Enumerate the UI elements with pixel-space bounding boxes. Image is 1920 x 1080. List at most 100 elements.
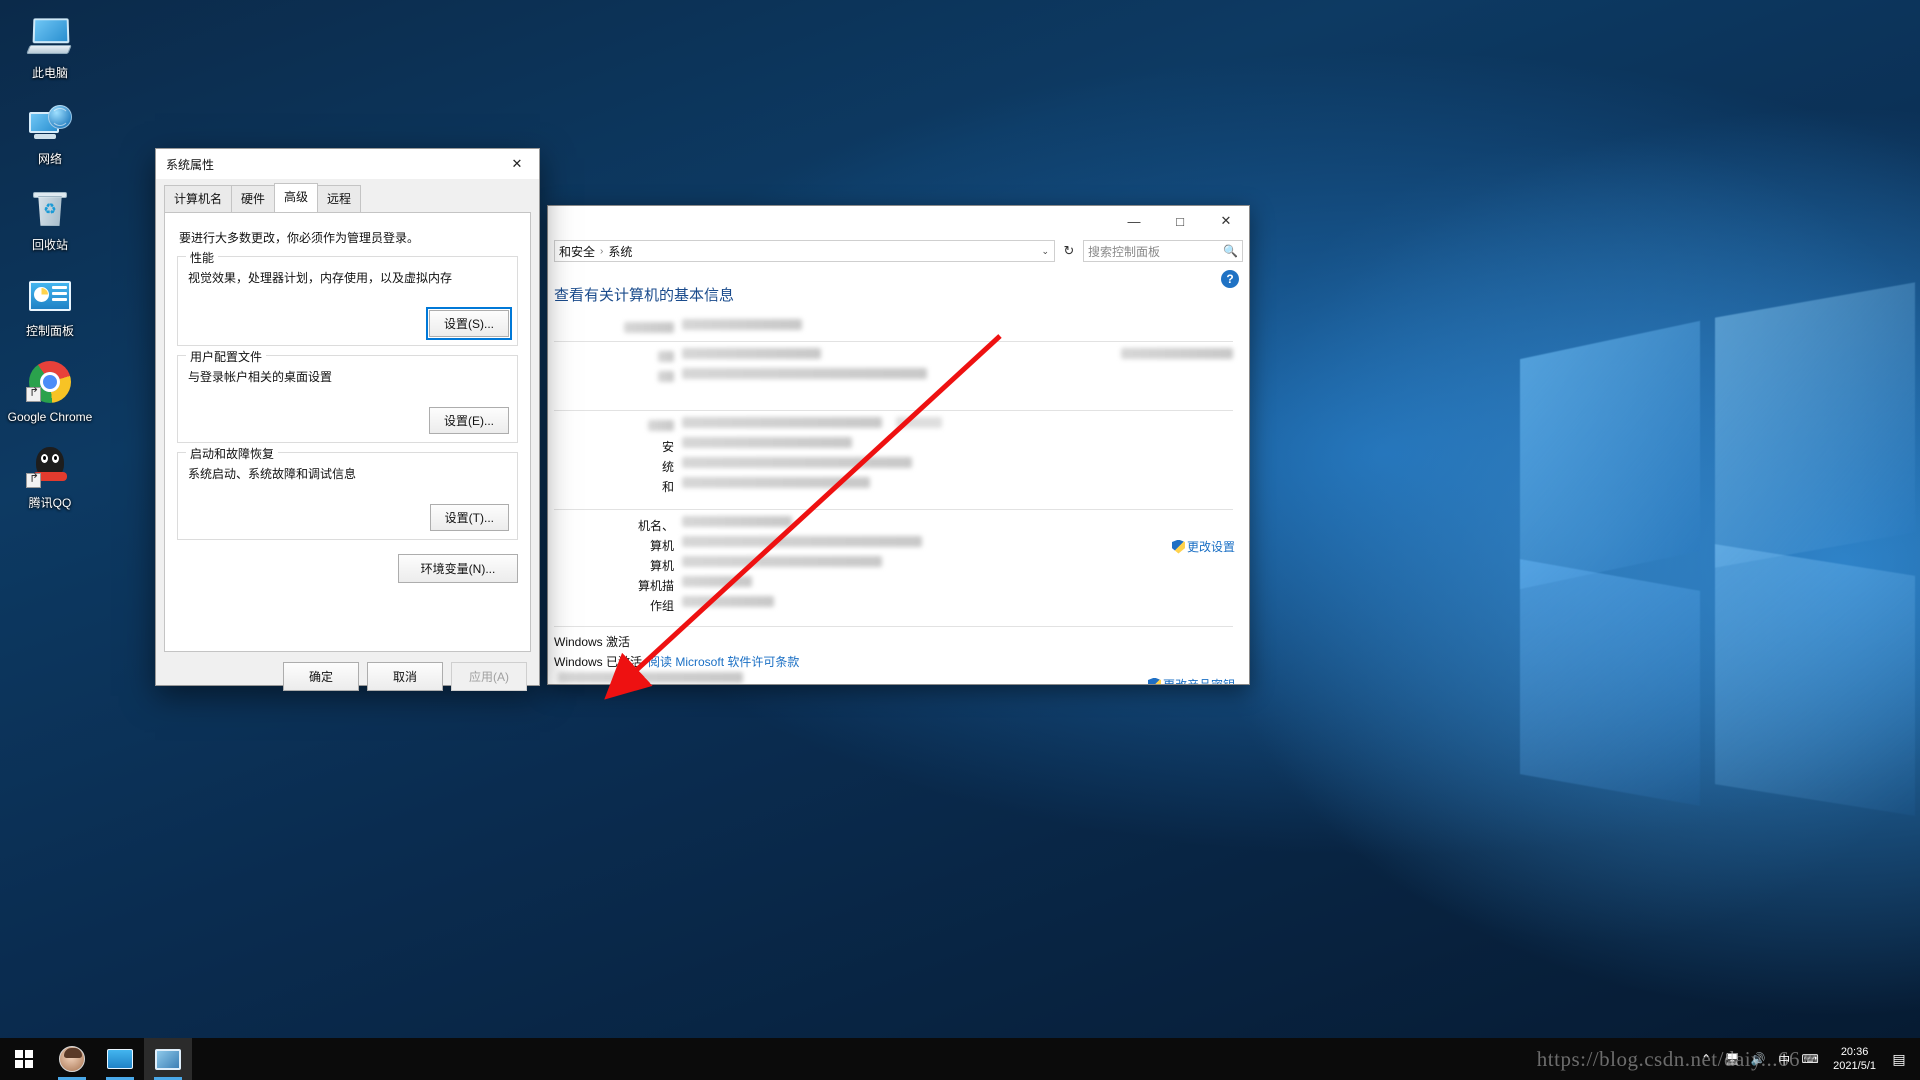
startup-recovery-settings-button[interactable]: 设置(T)... bbox=[429, 504, 509, 531]
breadcrumb-separator-icon: › bbox=[600, 245, 604, 257]
label-zuzu: 作组 bbox=[649, 599, 674, 613]
control-panel-body: ? 查看有关计算机的基本信息 安 统 和 更改设置 机名、 算机 算机 算机描 … bbox=[548, 266, 1249, 684]
breadcrumb-current[interactable]: 系统 bbox=[608, 243, 632, 260]
system-tray: ⌃ 🖥 🔊 中 ⌨ 20:36 2021/5/1 ▤ bbox=[1693, 1038, 1920, 1080]
cancel-button[interactable]: 取消 bbox=[367, 662, 443, 691]
tab-remote[interactable]: 远程 bbox=[317, 185, 362, 212]
recycle-bin-icon: ♻ bbox=[26, 186, 74, 234]
ok-button[interactable]: 确定 bbox=[283, 662, 359, 691]
advanced-tab-panel: 要进行大多数更改，你必须作为管理员登录。 性能 视觉效果，处理器计划，内存使用，… bbox=[164, 212, 531, 652]
label-suanji-2: 算机 bbox=[649, 559, 674, 573]
minimize-button[interactable]: — bbox=[1111, 206, 1157, 236]
change-product-key-link[interactable]: 更改产品密钥 bbox=[1147, 676, 1235, 684]
dialog-footer: 确定 取消 应用(A) bbox=[156, 652, 539, 691]
chrome-icon bbox=[26, 358, 74, 406]
wallpaper-glow bbox=[1180, 120, 1920, 960]
search-input[interactable]: 搜索控制面板 🔍 bbox=[1083, 240, 1243, 262]
this-pc-icon bbox=[26, 14, 74, 62]
desktop[interactable]: 此电脑 网络 ♻ 回收站 控制面板 Google Chrome 腾讯QQ — □… bbox=[0, 0, 1920, 1080]
taskbar[interactable]: ⌃ 🖥 🔊 中 ⌨ 20:36 2021/5/1 ▤ bbox=[0, 1038, 1920, 1080]
shortcut-arrow-icon bbox=[26, 473, 41, 488]
label-tong: 统 bbox=[661, 460, 674, 474]
tab-computer-name[interactable]: 计算机名 bbox=[164, 185, 233, 212]
ime-icon[interactable]: 中 bbox=[1771, 1038, 1797, 1080]
startup-recovery-legend: 启动和故障恢复 bbox=[186, 445, 279, 462]
taskbar-item-system-properties[interactable] bbox=[144, 1038, 192, 1080]
shield-icon bbox=[1171, 539, 1185, 554]
performance-settings-button[interactable]: 设置(S)... bbox=[426, 307, 512, 340]
performance-description: 视觉效果，处理器计划，内存使用，以及虚拟内存 bbox=[188, 271, 453, 285]
wallpaper-panel-2 bbox=[1520, 559, 1700, 806]
tab-advanced[interactable]: 高级 bbox=[274, 183, 319, 212]
taskbar-item-cortana[interactable] bbox=[48, 1038, 96, 1080]
desktop-icon-this-pc[interactable]: 此电脑 bbox=[0, 8, 100, 84]
desktop-icon-label: 腾讯QQ bbox=[28, 496, 72, 510]
system-properties-icon bbox=[155, 1048, 181, 1070]
maximize-button[interactable]: □ bbox=[1157, 206, 1203, 236]
divider bbox=[554, 626, 1233, 627]
desktop-icon-label: 此电脑 bbox=[31, 66, 68, 80]
clock-time: 20:36 bbox=[1840, 1046, 1869, 1058]
activation-section-title: Windows 激活 bbox=[554, 635, 631, 649]
environment-variables-button[interactable]: 环境变量(N)... bbox=[398, 554, 518, 583]
desktop-icon-tencent-qq[interactable]: 腾讯QQ bbox=[0, 438, 100, 514]
chevron-down-icon[interactable]: ⌄ bbox=[1041, 246, 1049, 257]
search-placeholder: 搜索控制面板 bbox=[1088, 244, 1161, 259]
environment-variables-row: 环境变量(N)... bbox=[177, 554, 518, 583]
desktop-icon-label: 控制面板 bbox=[25, 324, 74, 338]
network-icon bbox=[26, 100, 74, 148]
user-profiles-group: 用户配置文件 与登录帐户相关的桌面设置 设置(E)... bbox=[177, 348, 518, 443]
system-info-pane: ? 查看有关计算机的基本信息 安 统 和 更改设置 机名、 算机 算机 算机描 … bbox=[554, 266, 1249, 684]
control-panel-titlebar[interactable]: — □ ✕ bbox=[548, 206, 1249, 236]
close-button[interactable]: ✕ bbox=[1203, 206, 1249, 236]
network-icon[interactable]: 🖥 bbox=[1719, 1038, 1745, 1080]
tab-hardware[interactable]: 硬件 bbox=[231, 185, 276, 212]
user-profiles-description: 与登录帐户相关的桌面设置 bbox=[188, 370, 333, 384]
dialog-close-button[interactable]: ✕ bbox=[495, 149, 539, 179]
tray-expand-icon[interactable]: ⌃ bbox=[1693, 1038, 1719, 1080]
dialog-title: 系统属性 bbox=[166, 157, 215, 172]
clock-date: 2021/5/1 bbox=[1833, 1060, 1876, 1072]
change-settings-label: 更改设置 bbox=[1186, 540, 1235, 554]
page-title: 查看有关计算机的基本信息 bbox=[554, 287, 735, 304]
user-profiles-settings-button[interactable]: 设置(E)... bbox=[429, 407, 509, 434]
control-panel-icon bbox=[26, 272, 74, 320]
startup-recovery-description: 系统启动、系统故障和调试信息 bbox=[188, 467, 357, 481]
taskbar-item-control-panel[interactable] bbox=[96, 1038, 144, 1080]
system-properties-dialog[interactable]: 系统属性 ✕ 计算机名 硬件 高级 远程 要进行大多数更改，你必须作为管理员登录… bbox=[155, 148, 540, 691]
computer-name-section: 机名、 算机 算机 算机描 作组 bbox=[554, 516, 1233, 616]
license-terms-link[interactable]: 阅读 Microsoft 软件许可条款 bbox=[648, 652, 799, 672]
system-section: 安 统 和 bbox=[554, 417, 1233, 497]
performance-legend: 性能 bbox=[186, 249, 219, 266]
ime-keyboard-icon[interactable]: ⌨ bbox=[1797, 1038, 1823, 1080]
volume-icon[interactable]: 🔊 bbox=[1745, 1038, 1771, 1080]
breadcrumb-parent[interactable]: 和安全 bbox=[559, 243, 595, 260]
control-panel-window[interactable]: — □ ✕ 和安全 › 系统 ⌄ ↻ 搜索控制面板 🔍 ? 查看有关计算机的基本… bbox=[547, 205, 1250, 685]
start-button[interactable] bbox=[0, 1038, 48, 1080]
label-an: 安 bbox=[661, 440, 674, 454]
desktop-icon-label: Google Chrome bbox=[7, 410, 93, 424]
desktop-icon-network[interactable]: 网络 bbox=[0, 94, 100, 170]
help-button[interactable]: ? bbox=[1221, 270, 1239, 288]
dialog-titlebar[interactable]: 系统属性 ✕ bbox=[156, 149, 539, 179]
admin-notice: 要进行大多数更改，你必须作为管理员登录。 bbox=[179, 231, 420, 245]
performance-group: 性能 视觉效果，处理器计划，内存使用，以及虚拟内存 设置(S)... bbox=[177, 249, 518, 346]
startup-recovery-group: 启动和故障恢复 系统启动、系统故障和调试信息 设置(T)... bbox=[177, 445, 518, 540]
control-panel-icon bbox=[107, 1049, 133, 1069]
notification-center-icon[interactable]: ▤ bbox=[1886, 1038, 1912, 1080]
shortcut-arrow-icon bbox=[26, 387, 41, 402]
desktop-icon-control-panel[interactable]: 控制面板 bbox=[0, 266, 100, 342]
avatar bbox=[59, 1046, 85, 1072]
breadcrumb[interactable]: 和安全 › 系统 ⌄ bbox=[554, 240, 1055, 262]
search-icon: 🔍 bbox=[1223, 244, 1238, 258]
change-settings-link[interactable]: 更改设置 bbox=[1171, 538, 1235, 555]
desktop-icon-google-chrome[interactable]: Google Chrome bbox=[0, 352, 100, 428]
desktop-icon-recycle-bin[interactable]: ♻ 回收站 bbox=[0, 180, 100, 256]
divider bbox=[554, 341, 1233, 342]
shield-icon bbox=[1147, 677, 1161, 684]
tab-bar: 计算机名 硬件 高级 远程 bbox=[156, 179, 539, 212]
label-suanji-1: 算机 bbox=[649, 539, 674, 553]
clock[interactable]: 20:36 2021/5/1 bbox=[1823, 1045, 1886, 1073]
label-he: 和 bbox=[661, 480, 674, 494]
refresh-icon[interactable]: ↻ bbox=[1059, 240, 1079, 262]
